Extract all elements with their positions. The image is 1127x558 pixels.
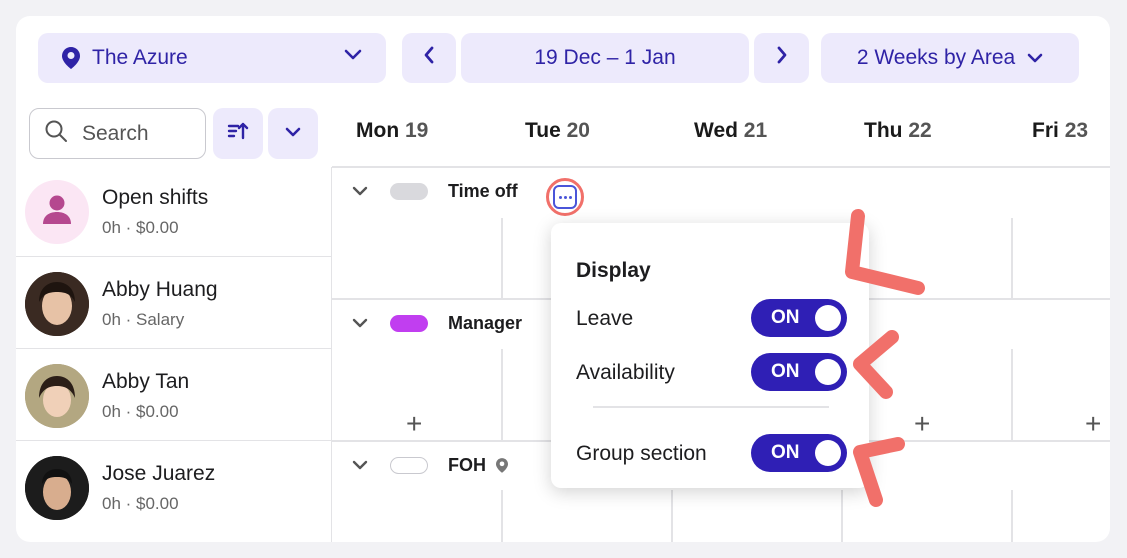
date-range-button[interactable]: 19 Dec – 1 Jan xyxy=(461,33,749,83)
section-name: Time off xyxy=(448,181,518,201)
section-color-swatch xyxy=(390,315,428,332)
sort-icon xyxy=(227,121,249,146)
chevron-down-icon xyxy=(285,125,301,143)
grid-line xyxy=(332,166,1110,168)
map-pin-icon xyxy=(62,47,80,69)
chevron-down-icon xyxy=(344,49,362,61)
map-pin-icon xyxy=(496,458,508,473)
add-shift-button[interactable]: + xyxy=(914,410,930,438)
chevron-right-icon xyxy=(776,46,788,70)
staff-row-open-shifts[interactable]: Open shifts 0h · $0.00 xyxy=(16,167,332,257)
day-header: Mon 19 xyxy=(356,119,429,142)
chevron-down-icon xyxy=(352,186,368,197)
avatar xyxy=(25,363,89,428)
section-color-swatch xyxy=(390,457,428,474)
staff-row-abby-tan[interactable]: Abby Tan 0h · $0.00 xyxy=(16,351,332,441)
grid-line xyxy=(841,490,843,542)
staff-name: Abby Huang xyxy=(102,277,218,301)
grid-line xyxy=(671,490,673,542)
staff-hours: 0h · Salary xyxy=(102,309,185,329)
add-shift-button[interactable]: + xyxy=(406,410,422,438)
staff-row-abby-huang[interactable]: Abby Huang 0h · Salary xyxy=(16,259,332,349)
section-foh[interactable]: FOH xyxy=(332,455,508,476)
chevron-down-icon xyxy=(352,318,368,329)
day-header: Tue 20 xyxy=(525,119,590,142)
chevron-down-icon xyxy=(1027,46,1043,70)
section-more-options-button[interactable] xyxy=(546,178,584,216)
staff-name: Abby Tan xyxy=(102,369,190,393)
section-color-swatch xyxy=(390,183,428,200)
grid-line xyxy=(1011,490,1013,542)
more-icon xyxy=(553,185,577,209)
day-header: Fri 23 xyxy=(1032,119,1089,142)
staff-name: Open shifts xyxy=(102,185,209,209)
next-period-button[interactable] xyxy=(754,33,809,83)
section-name: FOH xyxy=(448,455,486,475)
search-icon xyxy=(44,119,68,149)
grid-line xyxy=(501,349,503,440)
chevron-down-icon xyxy=(352,460,368,471)
date-range-label: 19 Dec – 1 Jan xyxy=(534,46,676,69)
grid-line xyxy=(1011,218,1013,298)
prev-period-button[interactable] xyxy=(402,33,456,83)
popup-divider xyxy=(593,406,829,408)
toggle-state: ON xyxy=(771,307,800,328)
staff-hours: 0h · $0.00 xyxy=(102,401,179,421)
day-header: Thu 22 xyxy=(864,119,932,142)
toggle-state: ON xyxy=(771,442,800,463)
search-input[interactable]: Search xyxy=(29,108,206,159)
staff-list: Open shifts 0h · $0.00 Abby Huang 0h · S… xyxy=(16,167,332,542)
popup-label-leave: Leave xyxy=(576,307,634,330)
section-manager[interactable]: Manager xyxy=(332,313,522,334)
staff-hours: 0h · $0.00 xyxy=(102,494,179,513)
popup-title: Display xyxy=(576,259,651,282)
search-placeholder: Search xyxy=(82,121,149,145)
toggle-state: ON xyxy=(771,361,800,382)
location-selector[interactable]: The Azure xyxy=(38,33,386,83)
leave-toggle[interactable]: ON xyxy=(751,299,847,337)
grid-line xyxy=(1011,349,1013,440)
availability-toggle[interactable]: ON xyxy=(751,353,847,391)
popup-label-availability: Availability xyxy=(576,361,675,384)
view-label: 2 Weeks by Area xyxy=(856,46,1016,69)
location-name: The Azure xyxy=(92,46,188,69)
avatar xyxy=(25,271,89,336)
avatar xyxy=(25,179,89,244)
scheduler-frame: The Azure 19 Dec – 1 Jan 2 Weeks by Area… xyxy=(16,16,1110,542)
group-section-toggle[interactable]: ON xyxy=(751,434,847,472)
staff-hours: 0h · $0.00 xyxy=(102,217,179,237)
popup-label-group-section: Group section xyxy=(576,442,707,465)
section-name: Manager xyxy=(448,313,523,333)
add-shift-button[interactable]: + xyxy=(1085,410,1101,438)
view-selector[interactable]: 2 Weeks by Area xyxy=(821,33,1079,83)
day-header: Wed 21 xyxy=(694,119,768,142)
grid-line xyxy=(501,490,503,542)
staff-row-jose-juarez[interactable]: Jose Juarez 0h · $0.00 xyxy=(16,443,332,533)
avatar xyxy=(25,456,89,520)
person-icon xyxy=(40,192,74,231)
sort-button[interactable] xyxy=(213,108,263,159)
staff-name: Jose Juarez xyxy=(102,462,216,485)
section-time-off[interactable]: Time off xyxy=(332,181,518,202)
display-popup: Display Leave ON Availability ON Group s… xyxy=(551,223,869,488)
sort-options-button[interactable] xyxy=(268,108,318,159)
chevron-left-icon xyxy=(423,46,435,70)
grid-line xyxy=(501,218,503,298)
